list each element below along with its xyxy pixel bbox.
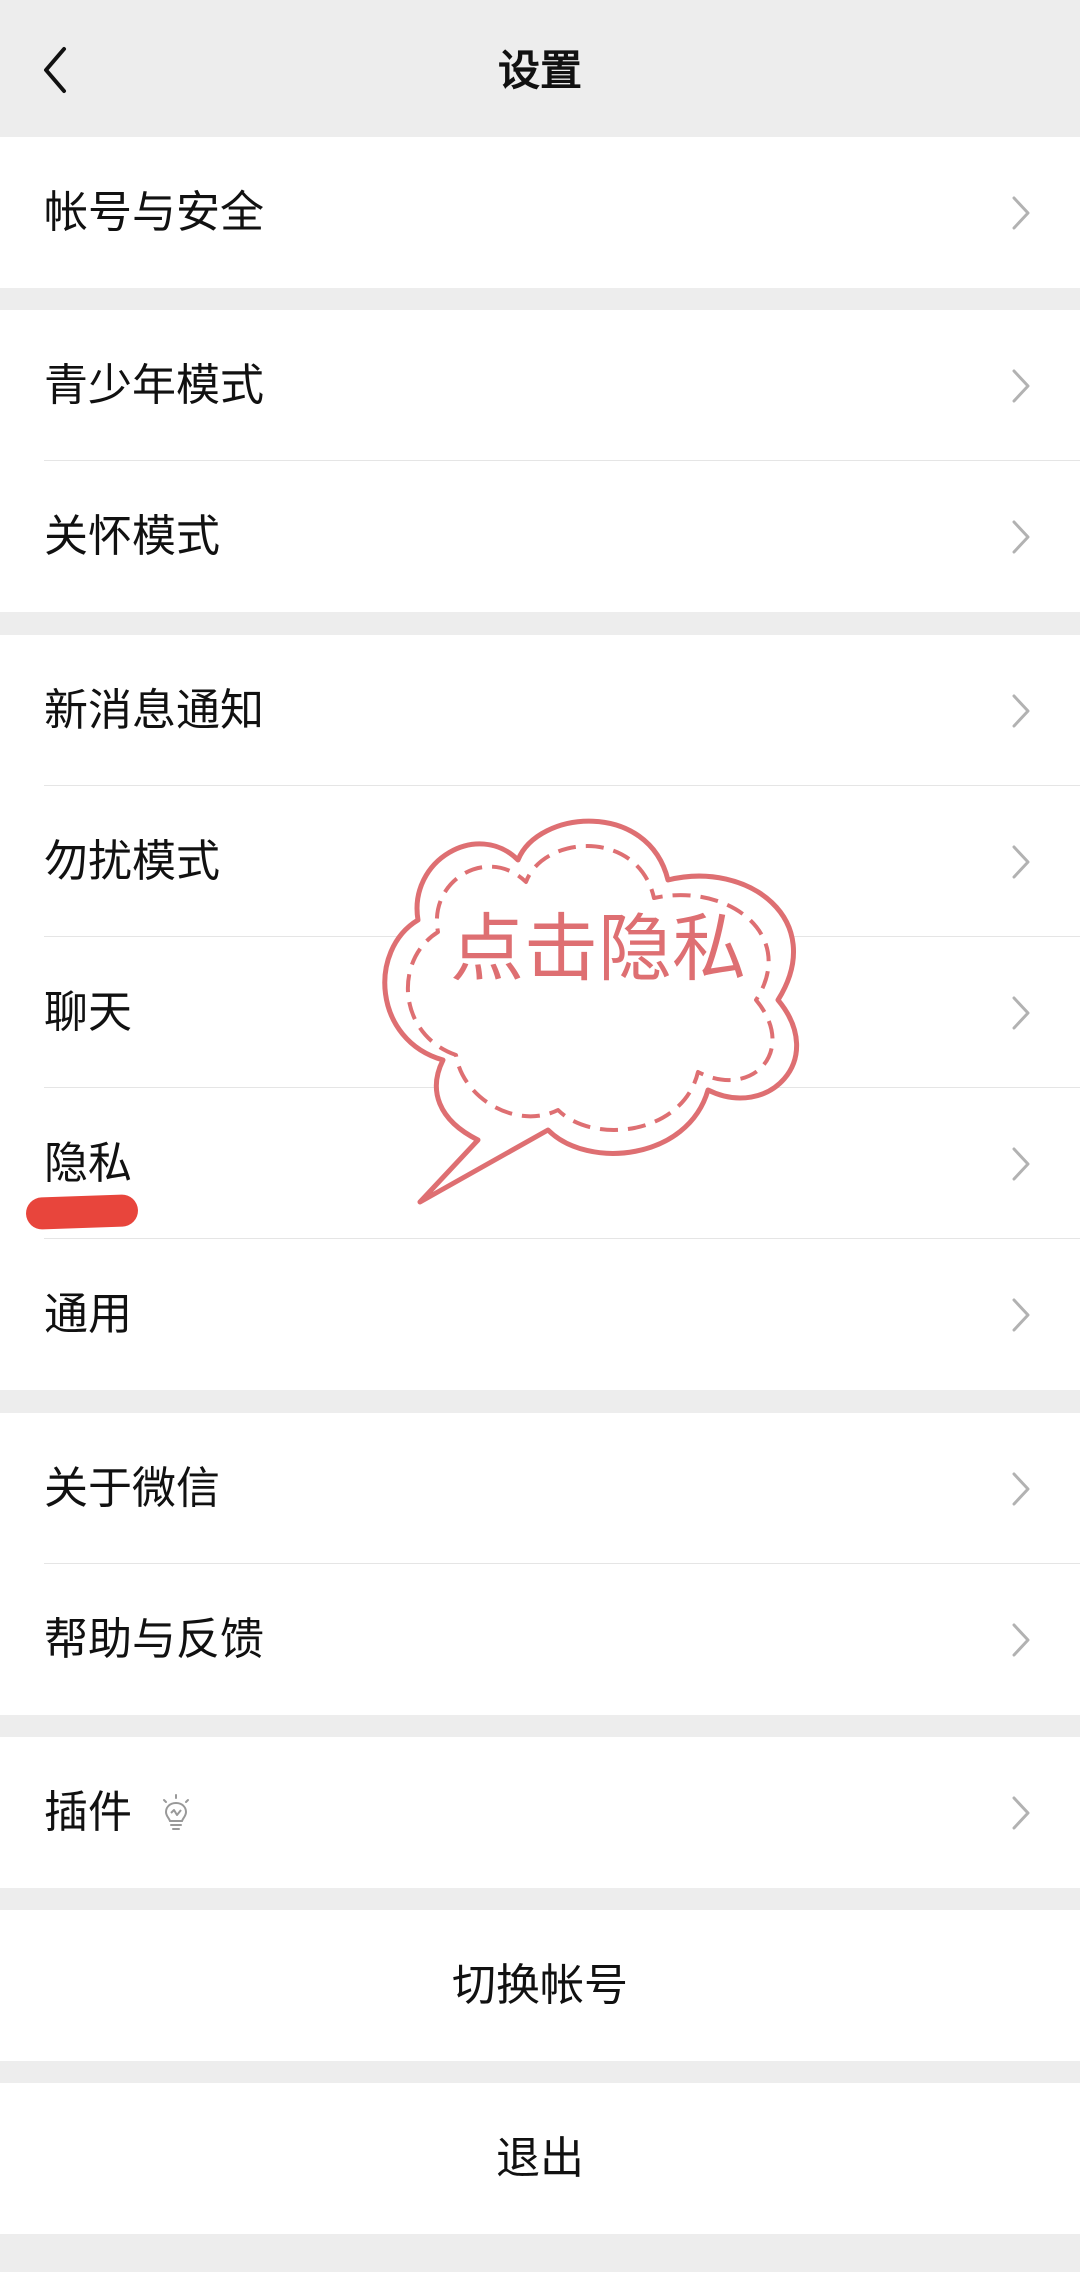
chevron-right-icon [1012,1623,1030,1656]
logout-button[interactable]: 退出 [0,2083,1080,2234]
lightbulb-icon [156,1793,196,1833]
settings-item-label: 勿扰模式 [44,835,220,887]
chevron-right-icon [1012,369,1030,402]
chevron-right-icon [1012,845,1030,878]
settings-item-care-mode[interactable]: 关怀模式 [0,461,1080,612]
settings-group-modes: 青少年模式 关怀模式 [0,310,1080,612]
annotation-text: 点击隐私 [450,906,746,992]
chevron-right-icon [1012,996,1030,1029]
settings-item-label: 通用 [44,1288,132,1340]
settings-item-label-wrap: 插件 [44,1737,196,1888]
settings-item-label: 帐号与安全 [44,186,264,238]
settings-group-account: 帐号与安全 [0,137,1080,288]
settings-item-teen-mode[interactable]: 青少年模式 [0,310,1080,461]
cloud-bubble-shape [382,818,800,1205]
settings-item-label: 新消息通知 [44,684,264,736]
settings-item-notifications[interactable]: 新消息通知 [0,635,1080,786]
settings-group-plugins: 插件 [0,1737,1080,1888]
settings-item-about-wechat[interactable]: 关于微信 [0,1413,1080,1564]
settings-item-label: 关于微信 [44,1462,220,1514]
settings-group-about: 关于微信 帮助与反馈 [0,1413,1080,1715]
settings-item-label: 帮助与反馈 [44,1613,264,1665]
settings-item-help-feedback[interactable]: 帮助与反馈 [0,1564,1080,1715]
chevron-right-icon [1012,1147,1030,1180]
annotation-bubble: 点击隐私 [368,800,828,1210]
chevron-right-icon [1012,520,1030,553]
nav-bar: 设置 [0,0,1080,137]
switch-account-button[interactable]: 切换帐号 [0,1910,1080,2061]
settings-item-general[interactable]: 通用 [0,1239,1080,1390]
settings-item-account-security[interactable]: 帐号与安全 [0,137,1080,288]
switch-account-group: 切换帐号 [0,1910,1080,2061]
settings-item-label: 青少年模式 [44,359,264,411]
page-title: 设置 [497,46,582,95]
highlight-marker [25,1194,139,1230]
chevron-right-icon [1012,1472,1030,1505]
chevron-right-icon [1012,196,1030,229]
settings-item-label: 聊天 [44,986,132,1038]
logout-group: 退出 [0,2083,1080,2234]
chevron-right-icon [1012,1298,1030,1331]
switch-account-label: 切换帐号 [452,1959,628,2011]
logout-label: 退出 [496,2132,584,2184]
settings-item-label: 关怀模式 [44,510,220,562]
settings-item-plugins[interactable]: 插件 [0,1737,1080,1888]
settings-item-label: 插件 [44,1786,132,1838]
chevron-right-icon [1012,694,1030,727]
chevron-right-icon [1012,1796,1030,1829]
